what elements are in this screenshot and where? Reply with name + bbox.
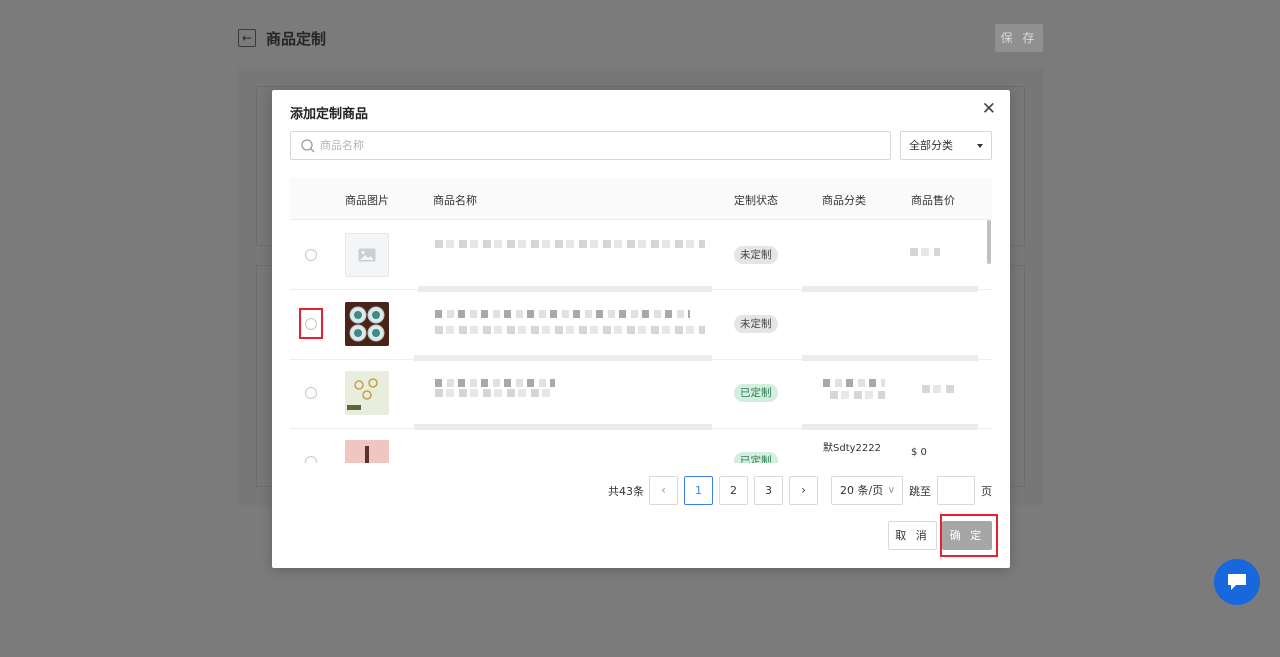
table-row[interactable]: 未定制 — [290, 290, 992, 360]
total-count: 共43条 — [608, 485, 644, 498]
chevron-down-icon: ∨ — [887, 485, 895, 496]
product-name-redacted — [435, 310, 690, 318]
table-body: 未定制 未定制 已定制 已定制 默Sdty2222 $ 0 — [290, 220, 992, 463]
caret-down-icon — [977, 144, 983, 148]
price-redacted — [922, 385, 954, 393]
search-input[interactable] — [320, 139, 880, 152]
status-badge: 已定制 — [734, 452, 778, 463]
jump-page-input[interactable] — [937, 476, 975, 505]
dialog-title: 添加定制商品 — [290, 107, 369, 122]
search-box[interactable] — [290, 131, 891, 160]
category-select[interactable]: 全部分类 — [900, 131, 992, 160]
chat-bubble-icon — [1228, 574, 1246, 590]
product-thumbnail — [345, 371, 389, 415]
column-header-image: 商品图片 — [345, 194, 389, 207]
row-select-radio[interactable] — [305, 387, 317, 399]
save-button[interactable]: 保 存 — [995, 24, 1043, 52]
product-thumbnail — [345, 440, 389, 463]
product-thumbnail — [345, 302, 389, 346]
table-row[interactable]: 未定制 — [290, 220, 992, 290]
column-header-category: 商品分类 — [822, 194, 866, 207]
page-header: ← 商品定制 保 存 — [238, 24, 1043, 52]
radio-highlight-box — [299, 308, 323, 339]
status-badge: 已定制 — [734, 384, 778, 402]
table-scrollbar[interactable] — [987, 220, 991, 264]
add-custom-product-dialog: 添加定制商品 ✕ 全部分类 商品图片 商品名称 定制状态 商品分类 商品售价 — [272, 90, 1010, 568]
status-badge: 未定制 — [734, 246, 778, 264]
page-3-button[interactable]: 3 — [754, 476, 783, 505]
table-row[interactable]: 已定制 — [290, 359, 992, 429]
image-placeholder-icon — [345, 233, 389, 277]
table-row[interactable]: 已定制 默Sdty2222 $ 0 — [290, 428, 992, 463]
chat-support-button[interactable] — [1214, 559, 1260, 605]
product-name-redacted — [435, 389, 555, 397]
column-header-status: 定制状态 — [734, 194, 778, 207]
page-1-button[interactable]: 1 — [684, 476, 713, 505]
price-redacted — [910, 248, 940, 256]
close-icon[interactable]: ✕ — [982, 100, 996, 118]
jump-to-label: 跳至 — [909, 485, 931, 498]
column-header-price: 商品售价 — [911, 194, 955, 207]
category-redacted — [830, 391, 885, 399]
category-select-value: 全部分类 — [909, 139, 953, 152]
product-name-redacted — [435, 240, 705, 248]
page-size-select[interactable]: 20 条/页 ∨ — [831, 476, 903, 505]
confirm-highlight-box — [940, 514, 998, 557]
product-table: 商品图片 商品名称 定制状态 商品分类 商品售价 未定制 未定制 已定制 已定制… — [290, 178, 992, 463]
product-name-redacted — [435, 326, 705, 334]
price-partial: $ 0 — [911, 447, 927, 458]
page-suffix-label: 页 — [981, 485, 992, 498]
status-badge: 未定制 — [734, 315, 778, 333]
category-partial: 默Sdty2222 — [823, 443, 881, 454]
category-redacted — [823, 379, 885, 387]
search-icon — [301, 138, 315, 152]
row-select-radio[interactable] — [305, 456, 317, 463]
row-select-radio[interactable] — [305, 249, 317, 261]
table-header: 商品图片 商品名称 定制状态 商品分类 商品售价 — [290, 178, 992, 220]
page-title: 商品定制 — [266, 30, 327, 48]
back-arrow-icon[interactable]: ← — [238, 29, 256, 47]
next-page-button[interactable]: › — [789, 476, 818, 505]
page-2-button[interactable]: 2 — [719, 476, 748, 505]
prev-page-button[interactable]: ‹ — [649, 476, 678, 505]
column-header-name: 商品名称 — [433, 194, 477, 207]
page-size-value: 20 条/页 — [840, 484, 884, 497]
product-name-redacted — [435, 379, 555, 387]
cancel-button[interactable]: 取 消 — [888, 521, 937, 550]
